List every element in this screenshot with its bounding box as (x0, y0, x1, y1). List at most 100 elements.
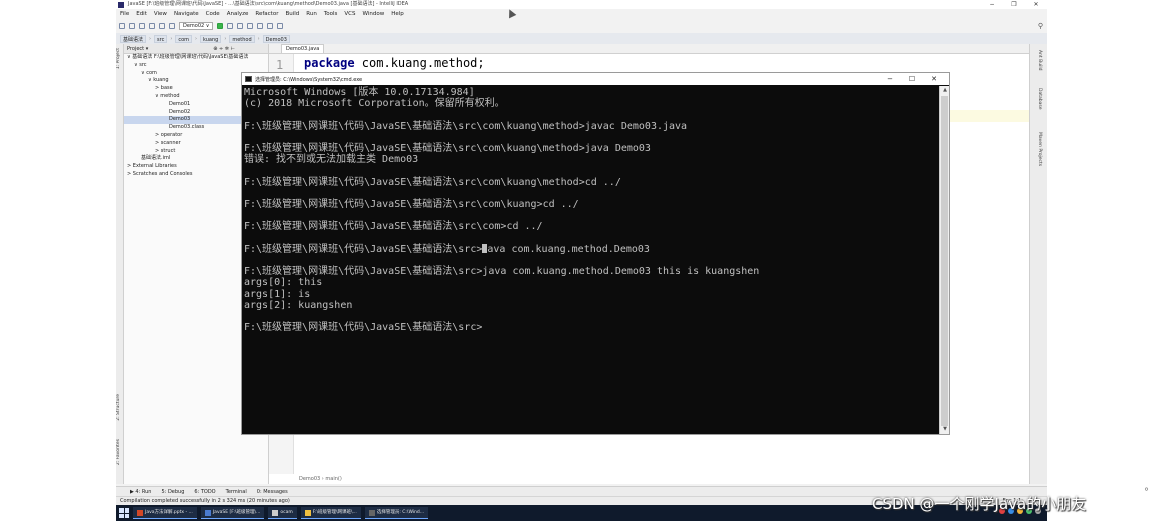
menu-window[interactable]: Window (363, 9, 385, 19)
todo-tool-tab[interactable]: 6: TODO (194, 489, 215, 495)
stop-icon[interactable] (247, 22, 254, 29)
open-folder-icon[interactable] (119, 22, 125, 29)
cmd-window[interactable]: 选择管理员: C:\Windows\System32\cmd.exe − ☐ ✕… (241, 72, 950, 435)
forward-icon[interactable] (159, 22, 165, 29)
windows-start-icon[interactable] (119, 508, 129, 518)
intellij-logo-icon (118, 2, 124, 8)
menu-view[interactable]: View (154, 9, 167, 19)
menu-code[interactable]: Code (206, 9, 220, 19)
structure-tool-tab[interactable]: 2: Structure (116, 394, 124, 421)
console-line: F:\班级管理\网课班\代码\JavaSE\基础语法\src\com>cd ..… (244, 221, 543, 233)
menu-help[interactable]: Help (391, 9, 404, 19)
breadcrumb-method[interactable]: method (229, 34, 255, 43)
debug-tool-tab[interactable]: 5: Debug (161, 489, 184, 495)
taskbar-item-ppt[interactable]: Java方法详解.pptx - ... (133, 507, 197, 519)
console-line: F:\班级管理\网课班\代码\JavaSE\基础语法\src\com\kuang… (244, 142, 651, 154)
terminal-tool-tab[interactable]: Terminal (226, 489, 247, 495)
menu-build[interactable]: Build (285, 9, 299, 19)
code-package-name: com.kuang.method; (354, 56, 485, 70)
vcs-icon[interactable] (277, 22, 284, 29)
menu-analyze[interactable]: Analyze (227, 9, 249, 19)
ant-build-tool-tab[interactable]: Ant Build (1034, 50, 1042, 70)
search-everywhere-icon[interactable]: ⚲ (1038, 22, 1043, 30)
breadcrumb-src[interactable]: src (154, 34, 168, 43)
taskbar-item-cmd[interactable]: 选择管理员: C:\Wind... (364, 507, 429, 519)
console-line: args[0]: this (244, 277, 323, 289)
project-tool-tab[interactable]: 1: Project (116, 48, 124, 69)
console-line: F:\班级管理\网课班\代码\JavaSE\基础语法\src> ava com.k… (244, 243, 940, 255)
console-line: F:\班级管理\网课班\代码\JavaSE\基础语法\src\com\kuang… (244, 198, 579, 210)
console-command: ava com.kuang.method.Demo03 (487, 243, 650, 255)
menu-edit[interactable]: Edit (136, 9, 147, 19)
build-icon[interactable] (169, 22, 175, 29)
taskbar-item-explorer[interactable]: F:\班级管理\网课班\... (300, 507, 361, 519)
save-icon[interactable] (129, 22, 135, 29)
maven-tool-tab[interactable]: Maven Projects (1034, 132, 1042, 166)
maximize-button[interactable]: ❐ (1003, 0, 1025, 9)
menu-refactor[interactable]: Refactor (255, 9, 278, 19)
sync-icon[interactable] (139, 22, 145, 29)
tree-item[interactable]: ∨ src (124, 62, 268, 70)
menu-run[interactable]: Run (306, 9, 317, 19)
cmd-titlebar[interactable]: 选择管理员: C:\Windows\System32\cmd.exe − ☐ ✕ (242, 73, 949, 85)
edge-mark: ° (1144, 487, 1149, 498)
run-icon[interactable] (217, 22, 224, 29)
project-view-select[interactable]: Project ▾ (127, 44, 148, 53)
menu-bar: File Edit View Navigate Code Analyze Ref… (116, 9, 1047, 19)
scroll-thumb[interactable] (941, 96, 948, 426)
tree-item[interactable]: ∨ 基础语法 F:\班级管理\网课班\代码\JavaSE\基础语法 (124, 54, 268, 62)
folder-icon (304, 509, 311, 516)
cmd-scrollbar[interactable]: ▲ ▼ (939, 86, 949, 434)
left-tool-strip: 1: Project 2: Structure 2: Favorites (116, 44, 124, 484)
main-toolbar: Demo02 ∨ ⚲ (116, 19, 1047, 32)
run-configuration-select[interactable]: Demo02 ∨ (179, 21, 214, 30)
back-icon[interactable] (149, 22, 155, 29)
menu-vcs[interactable]: VCS (344, 9, 355, 19)
cmd-window-controls: − ☐ ✕ (879, 73, 945, 85)
scroll-down-icon[interactable]: ▼ (940, 425, 950, 434)
favorites-tool-tab[interactable]: 2: Favorites (116, 439, 124, 465)
cmd-maximize-button[interactable]: ☐ (901, 73, 923, 85)
cmd-minimize-button[interactable]: − (879, 73, 901, 85)
project-structure-icon[interactable] (257, 22, 264, 29)
console-line: 错误: 找不到或无法加载主类 Demo03 (244, 154, 419, 166)
panel-settings-icon[interactable]: ⊕ ÷ ✲ ⊢ (213, 44, 235, 53)
messages-tool-tab[interactable]: 0: Messages (257, 489, 288, 495)
tab-demo03[interactable]: Demo03.java (281, 44, 325, 53)
ocam-icon (272, 509, 279, 516)
cmd-close-button[interactable]: ✕ (923, 73, 945, 85)
breadcrumb-kuang[interactable]: kuang (200, 34, 222, 43)
console-line: F:\班级管理\网课班\代码\JavaSE\基础语法\src\com\kuang… (244, 120, 688, 132)
breadcrumb-project[interactable]: 基础语法 (120, 34, 147, 43)
navigation-breadcrumb: 基础语法 › src › com › kuang › method › Demo… (116, 33, 1047, 44)
sdk-icon[interactable] (267, 22, 274, 29)
menu-navigate[interactable]: Navigate (174, 9, 199, 19)
close-button[interactable]: ✕ (1025, 0, 1047, 9)
menu-file[interactable]: File (120, 9, 129, 19)
minimize-button[interactable]: − (981, 0, 1003, 9)
console-line: F:\班级管理\网课班\代码\JavaSE\基础语法\src> (244, 322, 483, 334)
menu-tools[interactable]: Tools (324, 9, 338, 19)
taskbar-item-ocam[interactable]: ocam (268, 507, 297, 519)
breadcrumb-demo03[interactable]: Demo03 (262, 34, 290, 43)
window-controls: − ❐ ✕ (981, 0, 1047, 9)
editor-breadcrumb[interactable]: Demo03 › main() (299, 474, 342, 484)
debug-icon[interactable] (227, 22, 234, 29)
console-output[interactable]: Microsoft Windows [版本 10.0.17134.984] (c)… (243, 86, 940, 434)
run-tool-tab[interactable]: ▶ 4: Run (130, 489, 151, 495)
ide-title: JavaSE [F:\班级管理\网课班\代码\JavaSE] - ...\基础语… (128, 1, 409, 7)
code-line[interactable]: package com.kuang.method; (304, 56, 485, 70)
database-tool-tab[interactable]: Database (1034, 88, 1042, 109)
console-line: args[1]: is (244, 288, 311, 300)
breadcrumb-com[interactable]: com (175, 34, 193, 43)
coverage-icon[interactable] (237, 22, 244, 29)
taskbar-item-idea[interactable]: JavaSE [F:\班级管理\... (200, 507, 265, 519)
scroll-up-icon[interactable]: ▲ (940, 86, 950, 95)
